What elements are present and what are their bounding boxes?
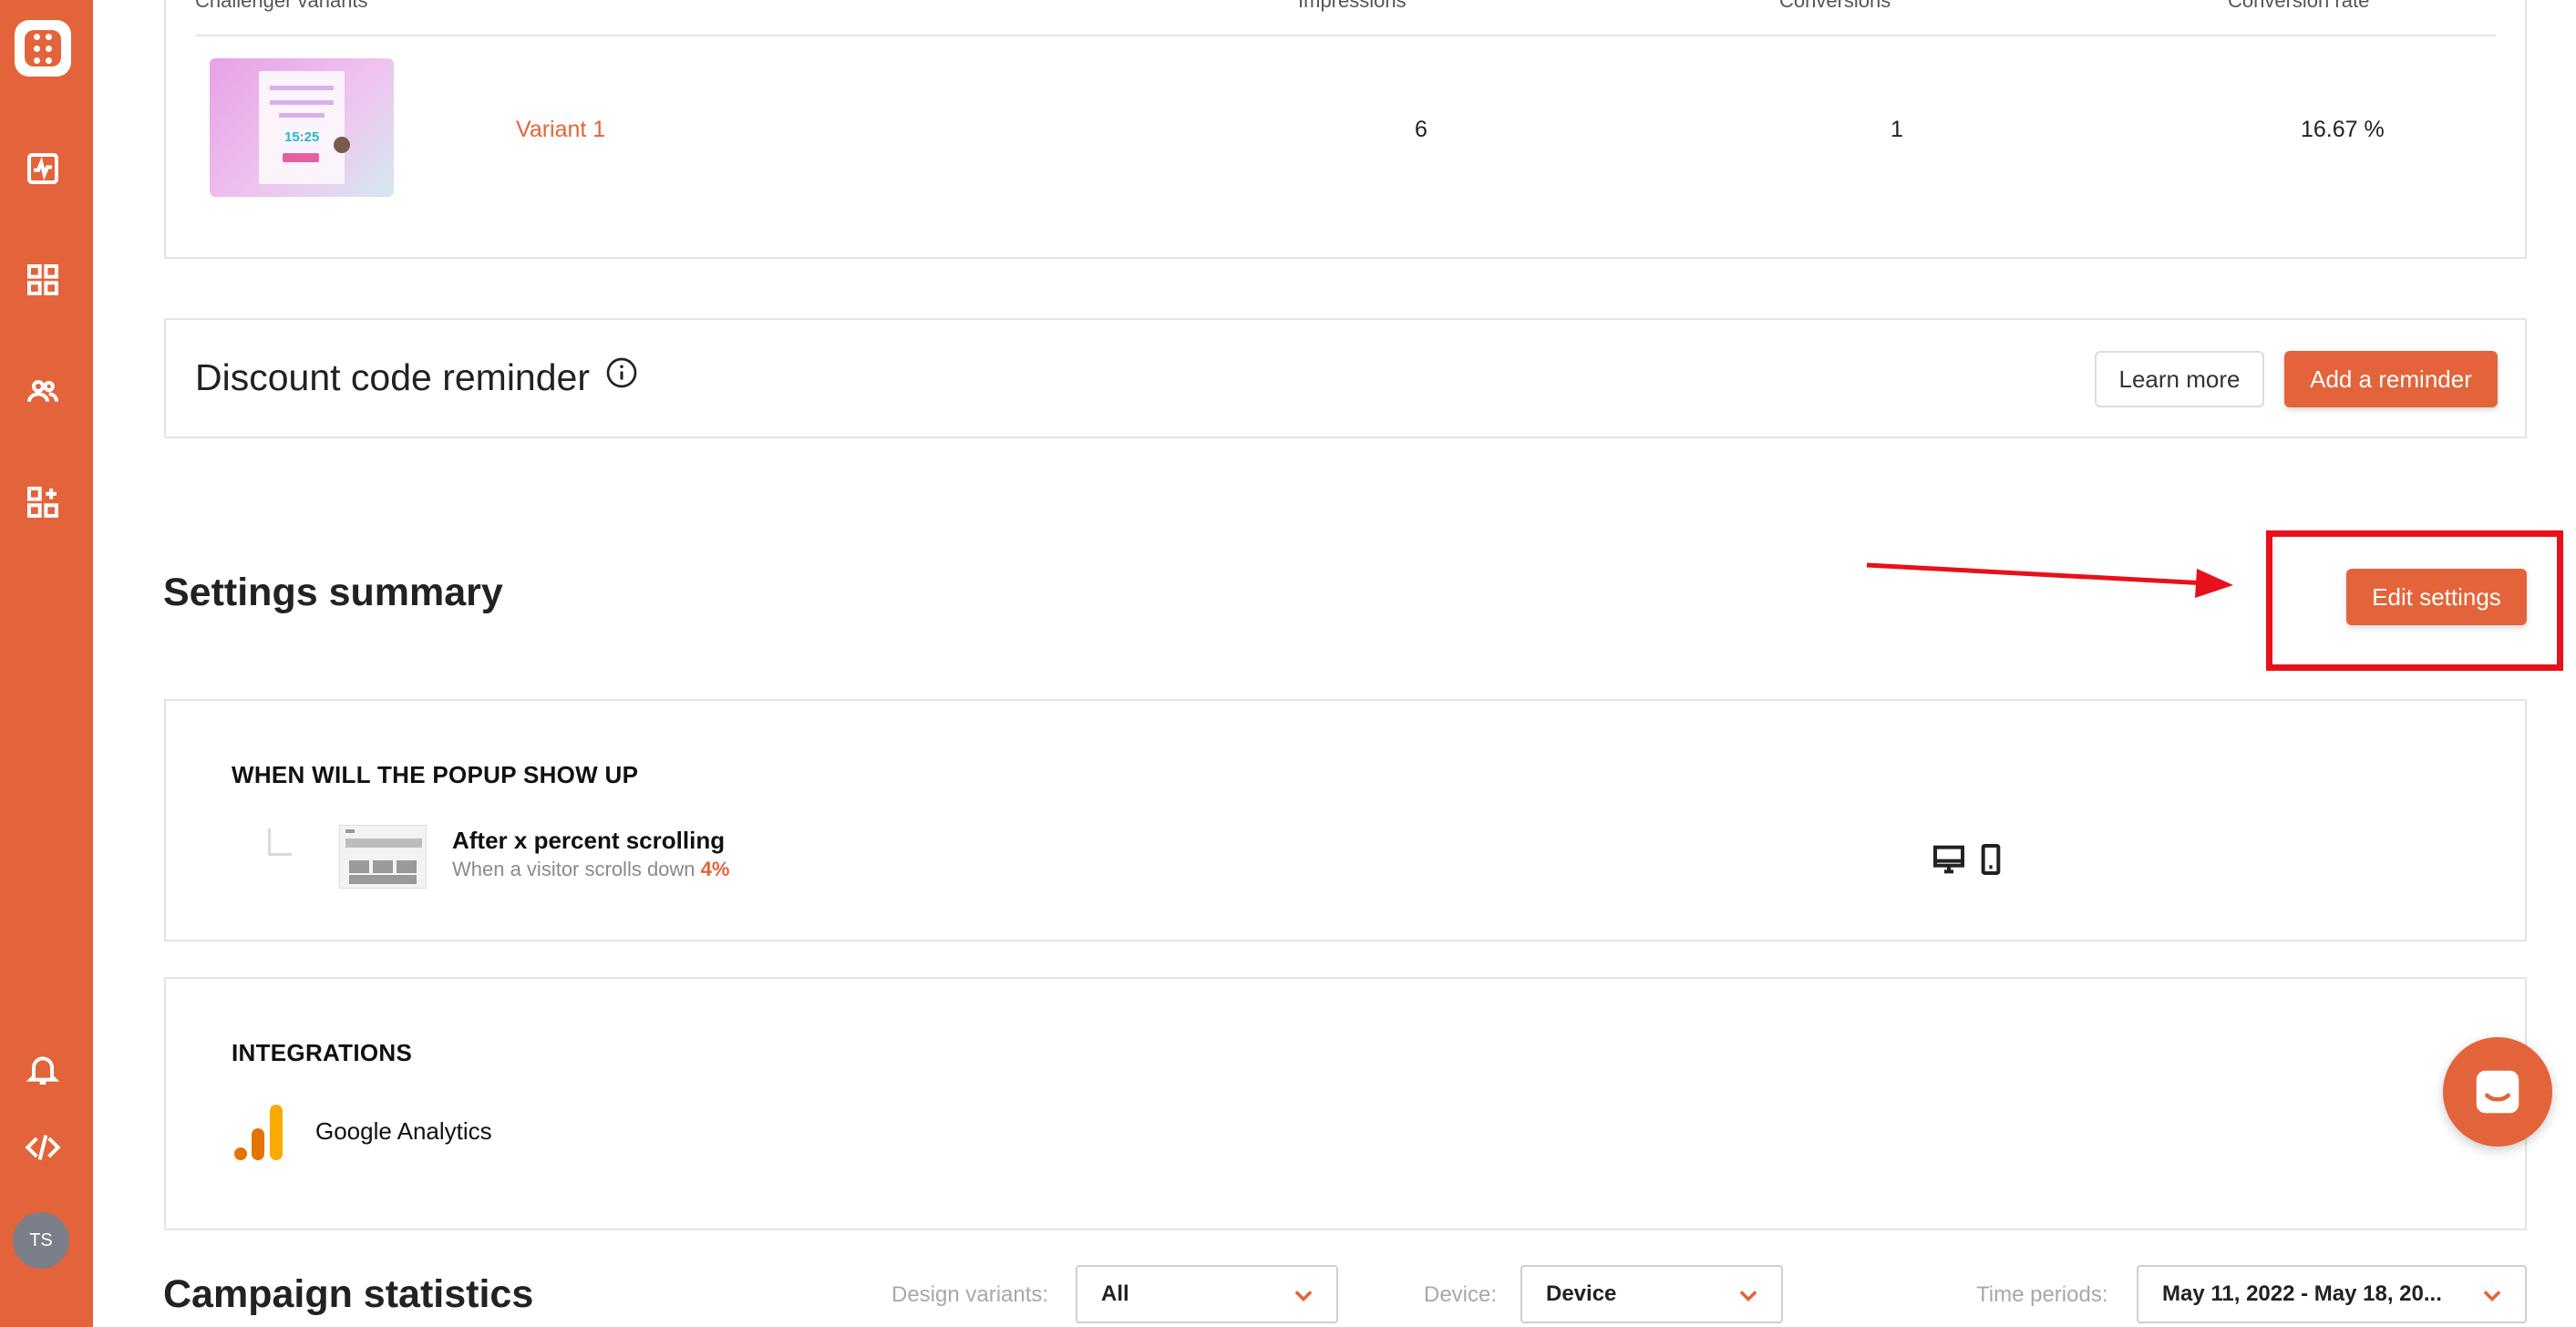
popup-trigger-card: WHEN WILL THE POPUP SHOW UP After x perc… [164,699,2527,941]
info-icon[interactable] [605,356,638,389]
chevron-down-icon [1736,1283,1761,1309]
design-variants-select[interactable]: All [1076,1265,1338,1323]
code-icon[interactable] [20,1125,66,1170]
app-logo-icon[interactable] [15,20,71,77]
header-conversions[interactable]: Conversions [1779,0,1891,13]
tree-connector [268,828,292,856]
device-value: Device [1546,1281,1617,1306]
header-variant: Challenger variants [195,0,368,12]
annotation-arrow [1866,562,2233,598]
variant-conversions: 1 [1891,117,1903,142]
trigger-description-text: When a visitor scrolls down [452,858,696,880]
discount-reminder-card: Discount code reminder Learn more Add a … [164,318,2527,438]
learn-more-button[interactable]: Learn more [2095,351,2264,407]
notifications-bell-icon[interactable] [20,1046,66,1092]
chat-icon [2476,1070,2519,1114]
chevron-down-icon [1291,1283,1316,1309]
device-label: Device: [1424,1282,1498,1307]
settings-summary-title: Settings summary [163,571,503,614]
desktop-icon [1931,841,1967,882]
challenger-variants-table: Challenger variants Impressions Conversi… [164,0,2527,259]
user-avatar[interactable]: TS [13,1212,69,1269]
integration-google-analytics: Google Analytics [315,1117,492,1145]
chat-launcher-button[interactable] [2443,1037,2552,1147]
design-variants-label: Design variants: [891,1282,1049,1307]
discount-reminder-title: Discount code reminder [195,356,590,398]
time-periods-select[interactable]: May 11, 2022 - May 18, 20... [2137,1265,2527,1323]
add-reminder-button[interactable]: Add a reminder [2284,351,2498,407]
trigger-title: After x percent scrolling [452,827,726,854]
variant-conversion-rate: 16.67 % [2301,117,2385,142]
design-variants-value: All [1101,1281,1129,1306]
variant-name-link[interactable]: Variant 1 [516,117,605,143]
add-widget-icon[interactable] [20,479,66,525]
device-select[interactable]: Device [1520,1265,1783,1323]
analytics-icon[interactable] [20,146,66,191]
mobile-icon [1973,841,2009,882]
table-divider [195,35,2496,36]
time-periods-label: Time periods: [1976,1282,2108,1307]
variant-thumbnail[interactable]: 15:25 [210,58,394,197]
dashboard-grid-icon[interactable] [20,257,66,303]
time-periods-value: May 11, 2022 - May 18, 20... [2162,1281,2442,1306]
thumbnail-timer: 15:25 [284,129,320,145]
header-conversion-rate[interactable]: Conversion rate [2228,0,2369,13]
integrations-heading: INTEGRATIONS [232,1039,413,1066]
trigger-description: When a visitor scrolls down 4% [452,858,729,881]
google-analytics-icon [234,1105,283,1160]
trigger-section-heading: WHEN WILL THE POPUP SHOW UP [232,761,639,788]
edit-settings-button[interactable]: Edit settings [2346,569,2527,625]
chevron-down-icon [2479,1283,2505,1309]
variant-impressions: 6 [1415,117,1427,142]
users-icon[interactable] [20,368,66,414]
sidebar: TS [0,0,93,1327]
scroll-trigger-illustration [339,825,427,889]
trigger-percent-value: 4% [700,858,730,880]
campaign-statistics-title: Campaign statistics [163,1272,534,1316]
header-impressions[interactable]: Impressions [1298,0,1406,13]
integrations-card: INTEGRATIONS Google Analytics [164,977,2527,1230]
